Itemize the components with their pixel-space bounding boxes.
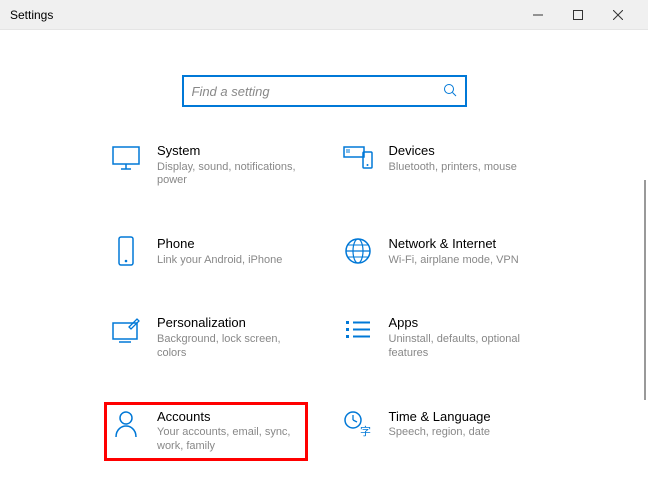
- tile-label: Apps: [389, 315, 533, 331]
- search-box[interactable]: [182, 75, 467, 107]
- accounts-icon: [111, 409, 141, 439]
- tile-label: Phone: [157, 236, 282, 252]
- tile-network[interactable]: Network & Internet Wi-Fi, airplane mode,…: [337, 230, 539, 273]
- close-button[interactable]: [598, 0, 638, 30]
- tile-desc: Display, sound, notifications, power: [157, 161, 301, 189]
- scrollbar[interactable]: [644, 180, 646, 400]
- tile-desc: Speech, region, date: [389, 426, 491, 440]
- tile-desc: Link your Android, iPhone: [157, 254, 282, 268]
- svg-text:字: 字: [360, 424, 371, 438]
- personalization-icon: [111, 315, 141, 345]
- maximize-button[interactable]: [558, 0, 598, 30]
- tile-devices[interactable]: Devices Bluetooth, printers, mouse: [337, 137, 539, 194]
- tile-desc: Wi-Fi, airplane mode, VPN: [389, 254, 519, 268]
- tile-label: Time & Language: [389, 409, 491, 425]
- tile-desc: Uninstall, defaults, optional features: [389, 333, 533, 361]
- tile-desc: Background, lock screen, colors: [157, 333, 301, 361]
- titlebar: Settings: [0, 0, 648, 30]
- tile-label: Accounts: [157, 409, 301, 425]
- apps-icon: [343, 315, 373, 345]
- tile-personalization[interactable]: Personalization Background, lock screen,…: [105, 309, 307, 366]
- tile-label: System: [157, 143, 301, 159]
- tile-desc: Bluetooth, printers, mouse: [389, 161, 517, 175]
- window-title: Settings: [10, 8, 518, 22]
- tile-time-language[interactable]: 字 Time & Language Speech, region, date: [337, 403, 539, 460]
- devices-icon: [343, 143, 373, 173]
- tile-phone[interactable]: Phone Link your Android, iPhone: [105, 230, 307, 273]
- time-language-icon: 字: [343, 409, 373, 439]
- search-icon: [443, 83, 457, 100]
- minimize-button[interactable]: [518, 0, 558, 30]
- tile-system[interactable]: System Display, sound, notifications, po…: [105, 137, 307, 194]
- tile-apps[interactable]: Apps Uninstall, defaults, optional featu…: [337, 309, 539, 366]
- tile-label: Devices: [389, 143, 517, 159]
- tile-label: Personalization: [157, 315, 301, 331]
- phone-icon: [111, 236, 141, 266]
- tile-accounts[interactable]: Accounts Your accounts, email, sync, wor…: [105, 403, 307, 460]
- tile-label: Network & Internet: [389, 236, 519, 252]
- tile-desc: Your accounts, email, sync, work, family: [157, 426, 301, 454]
- globe-icon: [343, 236, 373, 266]
- content-area: System Display, sound, notifications, po…: [0, 30, 648, 503]
- system-icon: [111, 143, 141, 173]
- search-input[interactable]: [192, 84, 443, 99]
- settings-grid: System Display, sound, notifications, po…: [0, 137, 648, 460]
